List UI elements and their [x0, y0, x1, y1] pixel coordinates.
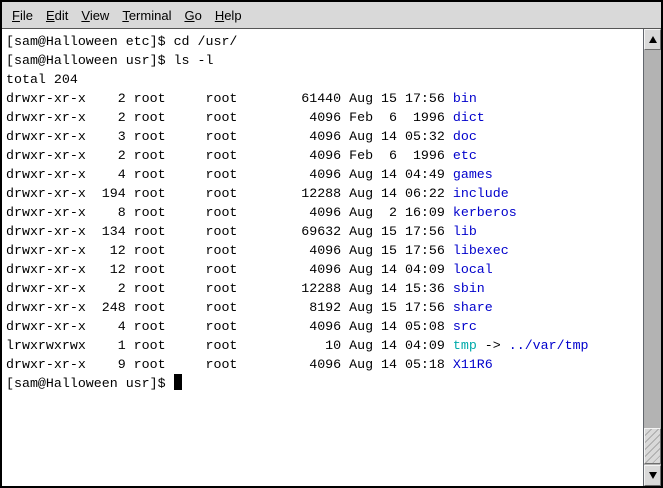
terminal-line: drwxr-xr-x 2 root root 4096 Feb 6 1996 e… — [6, 146, 643, 165]
directory-name: local — [453, 262, 493, 277]
terminal-line: drwxr-xr-x 12 root root 4096 Aug 15 17:5… — [6, 241, 643, 260]
directory-name: doc — [453, 129, 477, 144]
terminal-text: drwxr-xr-x 134 root root 69632 Aug 15 17… — [6, 224, 453, 239]
terminal-line: drwxr-xr-x 9 root root 4096 Aug 14 05:18… — [6, 355, 643, 374]
directory-name: src — [453, 319, 477, 334]
terminal-text: drwxr-xr-x 12 root root 4096 Aug 15 17:5… — [6, 243, 453, 258]
scroll-up-button[interactable] — [644, 29, 661, 50]
menu-view[interactable]: View — [81, 8, 109, 23]
up-arrow-icon — [649, 36, 657, 43]
terminal-text: drwxr-xr-x 2 root root 61440 Aug 15 17:5… — [6, 91, 453, 106]
terminal-line: [sam@Halloween usr]$ — [6, 374, 643, 393]
menu-edit[interactable]: Edit — [46, 8, 68, 23]
directory-name: ../var/tmp — [509, 338, 589, 353]
directory-name: libexec — [453, 243, 509, 258]
terminal-text: drwxr-xr-x 4 root root 4096 Aug 14 04:49 — [6, 167, 453, 182]
terminal-line: [sam@Halloween usr]$ ls -l — [6, 51, 643, 70]
directory-name: sbin — [453, 281, 485, 296]
menu-terminal[interactable]: Terminal — [122, 8, 171, 23]
terminal-line: drwxr-xr-x 4 root root 4096 Aug 14 04:49… — [6, 165, 643, 184]
directory-name: include — [453, 186, 509, 201]
terminal-text: drwxr-xr-x 248 root root 8192 Aug 15 17:… — [6, 300, 453, 315]
terminal-text: drwxr-xr-x 194 root root 12288 Aug 14 06… — [6, 186, 453, 201]
menu-help[interactable]: Help — [215, 8, 242, 23]
scroll-down-button[interactable] — [644, 465, 661, 486]
directory-name: X11R6 — [453, 357, 493, 372]
terminal-line: drwxr-xr-x 134 root root 69632 Aug 15 17… — [6, 222, 643, 241]
menubar: File Edit View Terminal Go Help — [2, 2, 661, 29]
terminal-text: drwxr-xr-x 4 root root 4096 Aug 14 05:08 — [6, 319, 453, 334]
scrollbar-thumb[interactable] — [644, 428, 661, 464]
terminal-line: lrwxrwxrwx 1 root root 10 Aug 14 04:09 t… — [6, 336, 643, 355]
terminal-line: drwxr-xr-x 248 root root 8192 Aug 15 17:… — [6, 298, 643, 317]
terminal-text: [sam@Halloween usr]$ — [6, 376, 174, 391]
terminal-text: [sam@Halloween usr]$ ls -l — [6, 53, 213, 68]
directory-name: kerberos — [453, 205, 517, 220]
menu-edit-label: E — [46, 8, 55, 23]
terminal-line: drwxr-xr-x 3 root root 4096 Aug 14 05:32… — [6, 127, 643, 146]
terminal-window: File Edit View Terminal Go Help [sam@Hal… — [0, 0, 663, 488]
terminal-line: drwxr-xr-x 194 root root 12288 Aug 14 06… — [6, 184, 643, 203]
terminal-text: lrwxrwxrwx 1 root root 10 Aug 14 04:09 — [6, 338, 453, 353]
terminal-screen[interactable]: [sam@Halloween etc]$ cd /usr/ [sam@Hallow… — [2, 29, 643, 486]
terminal-text: [sam@Halloween etc]$ cd /usr/ — [6, 34, 237, 49]
terminal-line: drwxr-xr-x 2 root root 12288 Aug 14 15:3… — [6, 279, 643, 298]
menu-file[interactable]: File — [12, 8, 33, 23]
terminal-text: drwxr-xr-x 8 root root 4096 Aug 2 16:09 — [6, 205, 453, 220]
menu-file-label: F — [12, 8, 20, 23]
menu-go[interactable]: Go — [184, 8, 201, 23]
scrollbar — [643, 29, 661, 486]
menu-help-label: H — [215, 8, 224, 23]
terminal-line: total 204 — [6, 70, 643, 89]
terminal-cursor — [174, 374, 182, 390]
terminal-line: [sam@Halloween etc]$ cd /usr/ — [6, 32, 643, 51]
menu-go-label: G — [184, 8, 194, 23]
terminal-text: total 204 — [6, 72, 78, 87]
terminal-text: drwxr-xr-x 9 root root 4096 Aug 14 05:18 — [6, 357, 453, 372]
terminal-line: drwxr-xr-x 2 root root 4096 Feb 6 1996 d… — [6, 108, 643, 127]
terminal-line: drwxr-xr-x 12 root root 4096 Aug 14 04:0… — [6, 260, 643, 279]
terminal-text: drwxr-xr-x 3 root root 4096 Aug 14 05:32 — [6, 129, 453, 144]
directory-name: games — [453, 167, 493, 182]
directory-name: etc — [453, 148, 477, 163]
scrollbar-trough[interactable] — [644, 50, 661, 465]
terminal-line: drwxr-xr-x 2 root root 61440 Aug 15 17:5… — [6, 89, 643, 108]
terminal-text: drwxr-xr-x 12 root root 4096 Aug 14 04:0… — [6, 262, 453, 277]
window-content: [sam@Halloween etc]$ cd /usr/ [sam@Hallow… — [2, 29, 661, 486]
terminal-text: drwxr-xr-x 2 root root 4096 Feb 6 1996 — [6, 110, 453, 125]
directory-name: dict — [453, 110, 485, 125]
terminal-line: drwxr-xr-x 8 root root 4096 Aug 2 16:09 … — [6, 203, 643, 222]
directory-name: share — [453, 300, 493, 315]
menu-view-label: V — [81, 8, 89, 23]
terminal-text: -> — [477, 338, 509, 353]
terminal-text: drwxr-xr-x 2 root root 4096 Feb 6 1996 — [6, 148, 453, 163]
directory-name: lib — [453, 224, 477, 239]
down-arrow-icon — [649, 472, 657, 479]
directory-name: bin — [453, 91, 477, 106]
terminal-text: drwxr-xr-x 2 root root 12288 Aug 14 15:3… — [6, 281, 453, 296]
terminal-line: drwxr-xr-x 4 root root 4096 Aug 14 05:08… — [6, 317, 643, 336]
symlink-name: tmp — [453, 338, 477, 353]
